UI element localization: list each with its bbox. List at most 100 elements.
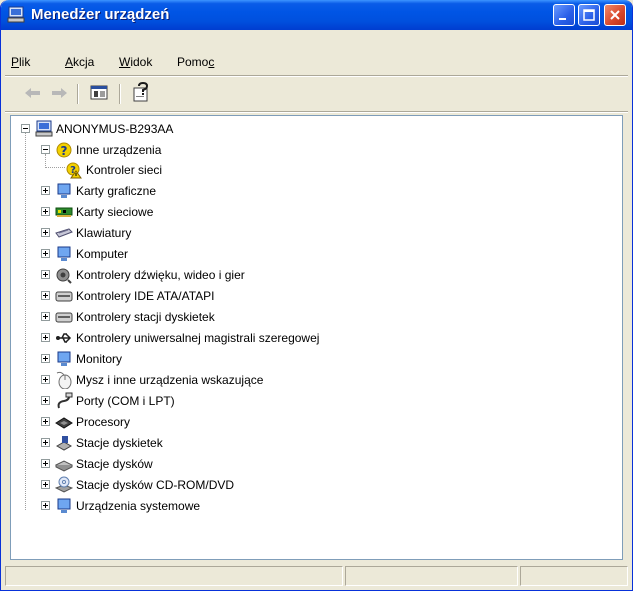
- tree-category[interactable]: Karty graficzne: [35, 181, 435, 201]
- tree-category-other-label: Inne urządzenia: [76, 143, 162, 157]
- tree-category[interactable]: Procesory: [35, 412, 435, 432]
- expand-toggle[interactable]: [41, 459, 50, 468]
- expand-toggle[interactable]: [41, 333, 50, 342]
- expand-toggle[interactable]: [41, 354, 50, 363]
- maximize-button[interactable]: [578, 4, 600, 26]
- device-tree[interactable]: ANONYMUS-B293AA ? Inne urządzenia ? Kont…: [10, 115, 623, 560]
- tree-category-label: Procesory: [76, 415, 131, 429]
- tree-line: [25, 133, 26, 510]
- expand-toggle[interactable]: [41, 501, 50, 510]
- system-devices-icon: [57, 498, 71, 513]
- tree-category[interactable]: Mysz i inne urządzenia wskazujące: [35, 370, 435, 390]
- tree-root[interactable]: ANONYMUS-B293AA: [15, 119, 415, 139]
- forward-arrow-icon[interactable]: [47, 82, 71, 104]
- tree-category[interactable]: Stacje dysków: [35, 454, 435, 474]
- svg-text:?: ?: [61, 144, 68, 158]
- tree-category-label: Klawiatury: [76, 226, 132, 240]
- usb-icon: [56, 333, 72, 343]
- menu-view-mnemonic: W: [119, 55, 131, 69]
- tree-category[interactable]: Stacje dyskietek: [35, 433, 435, 453]
- toolbar-separator: [77, 84, 79, 104]
- tree-line: [45, 167, 65, 168]
- mouse-icon: [56, 371, 72, 389]
- device-manager-window: Menedżer urządzeń Plik Akcja Widok Pomoc: [0, 0, 633, 591]
- tree-category[interactable]: Stacje dysków CD-ROM/DVD: [35, 475, 435, 495]
- minimize-button[interactable]: [553, 4, 575, 26]
- tree-category-label: Monitory: [76, 352, 123, 366]
- collapse-toggle[interactable]: [41, 145, 50, 154]
- expand-toggle[interactable]: [41, 249, 50, 258]
- processor-icon: [55, 417, 73, 429]
- network-card-icon: [55, 207, 73, 217]
- menu-help-mnemonic: c: [208, 55, 215, 69]
- tree-category-label: Stacje dysków: [76, 457, 153, 471]
- expand-toggle[interactable]: [41, 186, 50, 195]
- tree-category[interactable]: Kontrolery uniwersalnej magistrali szere…: [35, 328, 435, 348]
- expand-toggle[interactable]: [41, 417, 50, 426]
- collapse-toggle[interactable]: [21, 124, 30, 133]
- floppy-controller-icon: [55, 312, 73, 323]
- menu-view[interactable]: Widok: [119, 55, 152, 69]
- menu-action-label: kcja: [73, 55, 95, 69]
- tree-category-label: Kontrolery uniwersalnej magistrali szere…: [76, 331, 320, 345]
- menu-help[interactable]: Pomoc: [177, 55, 214, 69]
- tree-device-network-controller[interactable]: ? Kontroler sieci: [65, 160, 465, 180]
- tree-category[interactable]: Kontrolery dźwięku, wideo i gier: [35, 265, 435, 285]
- back-arrow-icon[interactable]: [21, 82, 45, 104]
- status-pane-main: [5, 566, 343, 586]
- tree-category[interactable]: Monitory: [35, 349, 435, 369]
- tree-device-label: Kontroler sieci: [86, 163, 163, 177]
- close-icon: [610, 10, 620, 20]
- expand-toggle[interactable]: [41, 480, 50, 489]
- tree-category-label: Porty (COM i LPT): [76, 394, 175, 408]
- expand-toggle[interactable]: [41, 291, 50, 300]
- tree-category[interactable]: Kontrolery IDE ATA/ATAPI: [35, 286, 435, 306]
- menu-help-label: Pomo: [177, 55, 209, 69]
- computer-icon: [57, 246, 71, 261]
- tree-category[interactable]: Komputer: [35, 244, 435, 264]
- properties-panel-icon[interactable]: [87, 82, 111, 104]
- unknown-device-icon: ?: [56, 142, 72, 158]
- tree-root-label: ANONYMUS-B293AA: [56, 122, 174, 136]
- monitor-icon: [57, 351, 71, 366]
- help-properties-icon[interactable]: [129, 82, 153, 104]
- tree-category[interactable]: Karty sieciowe: [35, 202, 435, 222]
- status-bar: [5, 565, 630, 587]
- toolbar-separator: [119, 84, 121, 104]
- toolbar: [5, 79, 630, 109]
- title-bar[interactable]: Menedżer urządzeń: [1, 0, 632, 30]
- menu-view-label: idok: [130, 55, 153, 69]
- computer-icon: [7, 6, 25, 23]
- tree-category[interactable]: Klawiatury: [35, 223, 435, 243]
- cd-rom-icon: [55, 476, 73, 493]
- tree-category-label: Kontrolery dźwięku, wideo i gier: [76, 268, 245, 282]
- tree-category-label: Komputer: [76, 247, 129, 261]
- menu-action-mnemonic: A: [65, 55, 74, 69]
- expand-toggle[interactable]: [41, 375, 50, 384]
- tree-category[interactable]: Kontrolery stacji dyskietek: [35, 307, 435, 327]
- tree-category-label: Mysz i inne urządzenia wskazujące: [76, 373, 264, 387]
- expand-toggle[interactable]: [41, 312, 50, 321]
- menu-file-mnemonic: P: [11, 55, 20, 69]
- menu-file-label: lik: [19, 55, 31, 69]
- menu-file[interactable]: Plik: [11, 55, 30, 69]
- expand-toggle[interactable]: [41, 438, 50, 447]
- warning-device-icon: ?: [66, 162, 82, 179]
- floppy-drive-icon: [55, 436, 73, 451]
- tree-category[interactable]: Porty (COM i LPT): [35, 391, 435, 411]
- window-title: Menedżer urządzeń: [31, 6, 170, 23]
- expand-toggle[interactable]: [41, 207, 50, 216]
- menu-action[interactable]: Akcja: [65, 55, 94, 69]
- minimize-icon: [559, 18, 566, 20]
- tree-category-other[interactable]: ? Inne urządzenia: [35, 140, 435, 160]
- tree-category-label: Urządzenia systemowe: [76, 499, 201, 513]
- expand-toggle[interactable]: [41, 228, 50, 237]
- expand-toggle[interactable]: [41, 270, 50, 279]
- expand-toggle[interactable]: [41, 396, 50, 405]
- close-button[interactable]: [604, 4, 626, 26]
- tree-category-label: Stacje dyskietek: [76, 436, 163, 450]
- status-pane-tertiary: [520, 566, 628, 586]
- tree-category-label: Kontrolery IDE ATA/ATAPI: [76, 289, 215, 303]
- tree-category[interactable]: Urządzenia systemowe: [35, 496, 435, 516]
- menu-bar: Plik Akcja Widok Pomoc: [3, 51, 632, 72]
